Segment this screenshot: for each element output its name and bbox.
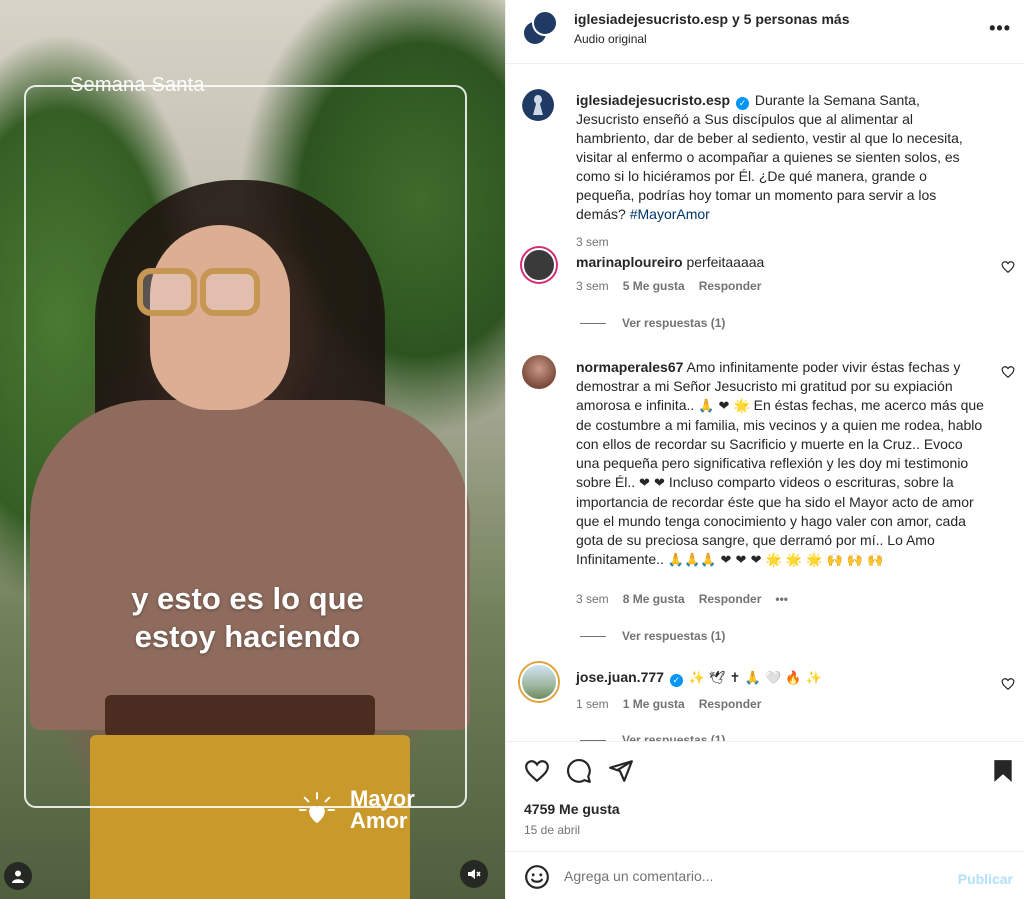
tagged-people-button[interactable] — [4, 862, 32, 890]
audio-link[interactable]: Audio original — [574, 32, 647, 46]
caption-body: Durante la Semana Santa, Jesucristo ense… — [576, 92, 963, 222]
avatar[interactable] — [522, 248, 556, 282]
collab-avatars[interactable] — [522, 10, 558, 46]
comment-emoji: 🙏🙏🙏 ❤ ❤ ❤ 🌟 🌟 🌟 🙌 🙌 🙌 — [667, 553, 884, 568]
avatar[interactable] — [520, 663, 558, 701]
verified-badge-icon: ✓ — [669, 674, 683, 687]
comment-emoji: 🙏 ❤ 🌟 — [698, 399, 750, 414]
comment-username[interactable]: marinaploureiro — [576, 254, 683, 270]
reply-button[interactable]: Responder — [699, 279, 762, 293]
emoji-icon[interactable] — [524, 864, 550, 890]
video-caption-line: y esto es lo que — [131, 581, 364, 616]
mute-button[interactable] — [460, 860, 488, 888]
comment-username[interactable]: jose.juan.777 — [576, 669, 664, 685]
comment-icon[interactable] — [566, 758, 592, 784]
view-replies-label: Ver respuestas (1) — [622, 316, 726, 330]
post-comment-button[interactable]: Publicar — [958, 871, 1013, 887]
like-comment-heart-icon[interactable] — [1001, 260, 1015, 274]
comment-likes[interactable]: 1 Me gusta — [623, 697, 685, 711]
comment-meta: 3 sem 8 Me gusta Responder ••• — [576, 592, 788, 606]
avatar[interactable] — [522, 355, 556, 389]
caption-username[interactable]: iglesiadejesucristo.esp — [576, 92, 730, 108]
reply-button[interactable]: Responder — [699, 592, 762, 606]
heart-sun-icon — [298, 791, 336, 824]
person-icon — [12, 870, 24, 883]
reel-video[interactable]: Semana Santa y esto es lo que estoy haci… — [0, 0, 505, 899]
speaker-muted-icon — [468, 869, 481, 879]
likes-count[interactable]: 4759 Me gusta — [524, 801, 620, 817]
comment-time[interactable]: 3 sem — [576, 279, 609, 293]
comment-likes[interactable]: 8 Me gusta — [623, 592, 685, 606]
comment-input[interactable] — [564, 862, 944, 890]
comment-composer: Publicar — [506, 851, 1024, 899]
caption-text: iglesiadejesucristo.esp ✓ Durante la Sem… — [576, 91, 986, 224]
hashtag-link[interactable]: #MayorAmor — [630, 206, 710, 222]
bookmark-icon[interactable] — [990, 758, 1016, 784]
collaborators-link[interactable]: y 5 personas más — [732, 11, 850, 27]
heart-icon[interactable] — [524, 758, 550, 784]
mayor-amor-wordmark: Mayor Amor — [350, 788, 415, 832]
comment-username[interactable]: normaperales67 — [576, 359, 683, 375]
divider — [580, 322, 606, 324]
avatar — [532, 10, 558, 36]
comment-time[interactable]: 1 sem — [576, 697, 609, 711]
reply-button[interactable]: Responder — [699, 697, 762, 711]
more-options-button[interactable]: ••• — [989, 18, 1011, 39]
church-logo-icon — [522, 89, 554, 121]
brand-line: Amor — [350, 808, 408, 833]
comment-text: marinaploureiro perfeitaaaaa — [576, 253, 986, 272]
post-actions: 4759 Me gusta 15 de abril — [506, 741, 1024, 851]
video-frame-label: Semana Santa — [70, 74, 205, 96]
post-header: iglesiadejesucristo.esp y 5 personas más… — [506, 0, 1024, 64]
video-frame-border — [24, 85, 467, 808]
video-caption-line: estoy haciendo — [134, 619, 361, 654]
comment-more-button[interactable]: ••• — [775, 592, 788, 606]
comment-emoji: ❤ ❤ — [639, 476, 665, 491]
caption-meta: 3 sem — [576, 235, 609, 249]
brand-line: Mayor — [350, 786, 415, 811]
like-comment-heart-icon[interactable] — [1001, 677, 1015, 691]
comment-emoji: ✨ 🕊 ✝ 🙏 🤍 🔥 ✨ — [688, 671, 822, 686]
comment-likes[interactable]: 5 Me gusta — [623, 279, 685, 293]
post-details-panel: iglesiadejesucristo.esp y 5 personas más… — [505, 0, 1024, 899]
view-replies-label: Ver respuestas (1) — [622, 629, 726, 643]
post-authors: iglesiadejesucristo.esp y 5 personas más — [574, 11, 849, 27]
comment-text: normaperales67 Amo infinitamente poder v… — [576, 358, 986, 570]
view-replies-button[interactable]: Ver respuestas (1) — [580, 629, 725, 643]
comment-text: jose.juan.777 ✓ ✨ 🕊 ✝ 🙏 🤍 🔥 ✨ — [576, 668, 986, 688]
comment-time[interactable]: 3 sem — [576, 592, 609, 606]
share-icon[interactable] — [608, 758, 634, 784]
comments-list[interactable]: iglesiadejesucristo.esp ✓ Durante la Sem… — [506, 65, 1024, 741]
comment-meta: 1 sem 1 Me gusta Responder — [576, 697, 761, 711]
view-replies-label: Ver respuestas (1) — [622, 733, 726, 741]
video-caption: y esto es lo que estoy haciendo — [0, 580, 495, 656]
divider — [580, 635, 606, 637]
comment-meta: 3 sem 5 Me gusta Responder — [576, 279, 761, 293]
author-link[interactable]: iglesiadejesucristo.esp — [574, 11, 728, 27]
view-replies-button[interactable]: Ver respuestas (1) — [580, 733, 725, 741]
post-date[interactable]: 15 de abril — [524, 823, 580, 837]
view-replies-button[interactable]: Ver respuestas (1) — [580, 316, 725, 330]
like-comment-heart-icon[interactable] — [1001, 365, 1015, 379]
mayor-amor-logo: Mayor Amor — [298, 788, 415, 832]
verified-badge-icon: ✓ — [735, 97, 749, 110]
caption-time[interactable]: 3 sem — [576, 235, 609, 249]
avatar[interactable] — [522, 89, 556, 123]
comment-body: perfeitaaaaa — [686, 254, 765, 270]
